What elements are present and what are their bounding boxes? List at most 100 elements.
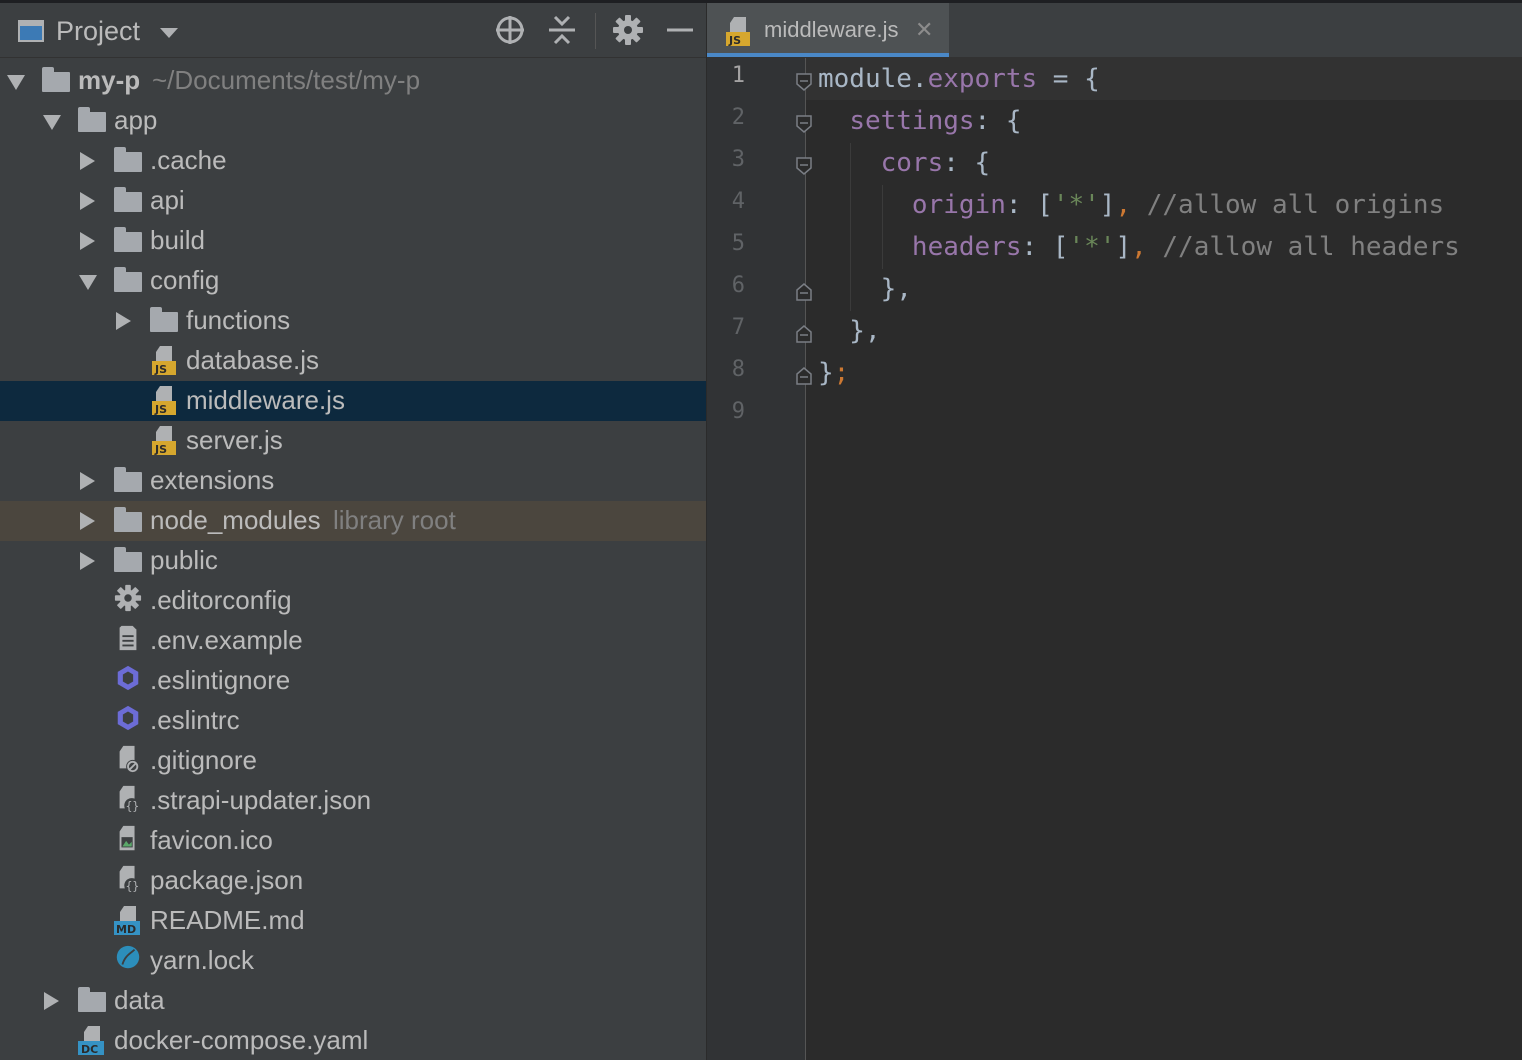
expand-arrow-down-icon[interactable]	[79, 275, 97, 290]
fold-open-icon[interactable]	[796, 115, 812, 133]
tree-row-readme-md[interactable]: MD README.md	[0, 901, 706, 941]
code-token: cors	[880, 148, 944, 178]
code-line[interactable]: },	[818, 316, 880, 346]
json-file-icon: {}	[114, 784, 142, 813]
tree-row-my-p[interactable]: my-p ~/Documents/test/my-p	[0, 61, 706, 101]
tree-row-public[interactable]: public	[0, 541, 706, 581]
chevron-down-icon[interactable]	[160, 28, 178, 38]
tree-item-label: node_modules	[150, 505, 321, 535]
code-line[interactable]: origin: ['*'], //allow all origins	[818, 190, 1444, 220]
project-path-hint: ~/Documents/test/my-p	[152, 65, 421, 95]
tree-item-label: extensions	[150, 465, 275, 495]
tree-row-eslintignore[interactable]: .eslintignore	[0, 661, 706, 701]
tree-row-functions[interactable]: functions	[0, 301, 706, 341]
tree-row-data[interactable]: data	[0, 981, 706, 1021]
image-file-icon	[114, 824, 142, 851]
fold-close-icon[interactable]	[796, 367, 812, 385]
eslint-icon	[114, 704, 142, 731]
tree-row-gitignore[interactable]: .gitignore	[0, 741, 706, 781]
gear-icon	[114, 584, 142, 612]
code-token: //allow all headers	[1146, 232, 1460, 262]
fold-close-icon[interactable]	[796, 283, 812, 301]
line-number: 7	[731, 315, 745, 340]
code-line[interactable]: settings: {	[818, 106, 1021, 136]
code-line[interactable]: headers: ['*'], //allow all headers	[818, 232, 1460, 262]
tree-row-database-js[interactable]: JS database.js	[0, 341, 706, 381]
expand-arrow-right-icon[interactable]	[80, 192, 95, 210]
tree-row-docker-compose-yaml[interactable]: DC docker-compose.yaml	[0, 1021, 706, 1060]
line-number: 5	[731, 231, 745, 256]
folder-icon	[114, 267, 142, 292]
expand-arrow-down-icon[interactable]	[7, 75, 25, 90]
code-line[interactable]: module.exports = {	[818, 64, 1100, 94]
tree-row-config[interactable]: config	[0, 261, 706, 301]
expand-arrow-right-icon[interactable]	[80, 152, 95, 170]
tree-row-env-example[interactable]: .env.example	[0, 621, 706, 661]
tree-row-editorconfig[interactable]: .editorconfig	[0, 581, 706, 621]
line-number: 8	[731, 357, 745, 382]
code-token: },	[818, 274, 912, 304]
fold-open-icon[interactable]	[796, 157, 812, 175]
line-number: 4	[731, 189, 745, 214]
tree-row-favicon-ico[interactable]: favicon.ico	[0, 821, 706, 861]
expand-arrow-right-icon[interactable]	[116, 312, 131, 330]
tree-item-label: server.js	[186, 425, 283, 455]
indent-guide	[850, 143, 851, 311]
expand-arrow-down-icon[interactable]	[43, 115, 61, 130]
tree-row-yarn-lock[interactable]: yarn.lock	[0, 941, 706, 981]
expand-arrow-right-icon[interactable]	[80, 232, 95, 250]
expand-arrow-right-icon[interactable]	[44, 992, 59, 1010]
collapse-all-icon[interactable]	[545, 13, 579, 47]
code-line[interactable]: },	[818, 274, 912, 304]
tree-row-middleware-js[interactable]: JS middleware.js	[0, 381, 706, 421]
js-file-icon: JS	[150, 344, 178, 376]
tree-row-build[interactable]: build	[0, 221, 706, 261]
text-file-icon	[114, 624, 142, 651]
line-number: 3	[731, 147, 745, 172]
tree-row-node-modules[interactable]: node_modules library root	[0, 501, 706, 541]
tree-row-cache[interactable]: .cache	[0, 141, 706, 181]
tree-row-strapi-updater-json[interactable]: {} .strapi-updater.json	[0, 781, 706, 821]
expand-arrow-right-icon[interactable]	[80, 512, 95, 530]
folder-icon	[150, 307, 178, 332]
tree-item-label: .editorconfig	[150, 585, 292, 615]
hide-panel-icon[interactable]	[663, 13, 697, 47]
active-tab-indicator	[707, 53, 949, 57]
project-tool-window: Project my-p ~/Documents/test/my-p app .…	[0, 3, 706, 1060]
expand-arrow-right-icon[interactable]	[80, 472, 95, 490]
folder-icon	[78, 987, 106, 1012]
code-token: ]	[1099, 190, 1116, 220]
code-token: '*'	[1068, 232, 1116, 262]
editor-tab-middleware[interactable]: JS middleware.js ✕	[707, 3, 949, 57]
code-token: ]	[1115, 232, 1132, 262]
tree-item-label: data	[114, 985, 165, 1015]
tree-item-label: README.md	[150, 905, 305, 935]
gear-icon[interactable]	[611, 13, 645, 47]
tree-row-api[interactable]: api	[0, 181, 706, 221]
line-number: 6	[731, 273, 745, 298]
close-icon[interactable]: ✕	[915, 17, 933, 43]
tree-row-extensions[interactable]: extensions	[0, 461, 706, 501]
tree-item-label: middleware.js	[186, 385, 345, 415]
svg-text:{}: {}	[126, 800, 139, 813]
fold-open-icon[interactable]	[796, 73, 812, 91]
code-token: '*'	[1052, 190, 1100, 220]
code-token: settings	[849, 106, 975, 136]
markdown-file-icon: MD	[114, 904, 142, 936]
code-line[interactable]: };	[818, 358, 849, 388]
locate-file-icon[interactable]	[493, 13, 527, 47]
fold-close-icon[interactable]	[796, 325, 812, 343]
tree-row-app[interactable]: app	[0, 101, 706, 141]
code-line[interactable]: cors: {	[818, 148, 991, 178]
code-token: //allow all origins	[1131, 190, 1445, 220]
tree-row-package-json[interactable]: {} package.json	[0, 861, 706, 901]
tree-item-label: .cache	[150, 145, 227, 175]
eslint-icon	[114, 664, 142, 691]
tree-row-server-js[interactable]: JS server.js	[0, 421, 706, 461]
js-file-icon: JS	[150, 384, 178, 416]
tree-row-eslintrc[interactable]: .eslintrc	[0, 701, 706, 741]
editor-tab-bar: JS middleware.js ✕	[707, 3, 1522, 58]
project-view-selector[interactable]: Project	[56, 16, 140, 47]
expand-arrow-right-icon[interactable]	[80, 552, 95, 570]
code-token: module	[818, 64, 912, 94]
